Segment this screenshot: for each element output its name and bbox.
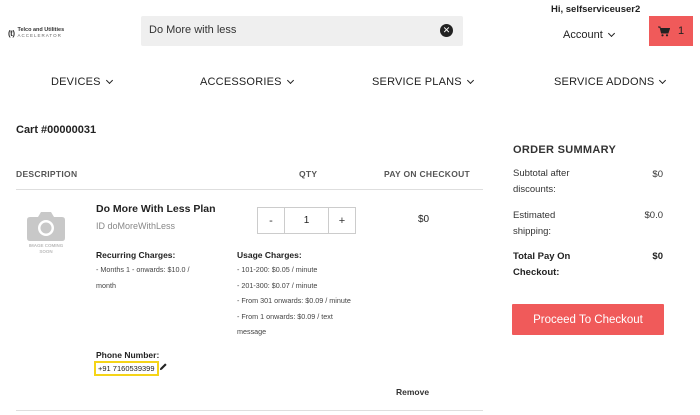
qty-decrement-button[interactable]: -: [258, 208, 284, 233]
column-header-qty: QTY: [299, 169, 318, 179]
logo-line-2: ACCELERATOR: [17, 33, 62, 38]
subtotal-label: Subtotal after discounts:: [513, 168, 570, 195]
divider: [16, 410, 483, 411]
product-image-placeholder: IMAGE COMING SOON: [24, 209, 68, 254]
recurring-line: month: [96, 280, 116, 290]
nav-label: DEVICES: [51, 76, 101, 88]
cart-icon: [657, 26, 670, 36]
nav-accessories[interactable]: ACCESSORIES: [200, 76, 294, 88]
column-header-description: DESCRIPTION: [16, 169, 78, 179]
search-bar[interactable]: Do More with less ✕: [141, 16, 463, 46]
qty-input[interactable]: 1: [284, 208, 329, 233]
close-circle-icon[interactable]: ✕: [440, 24, 453, 37]
qty-increment-button[interactable]: +: [329, 208, 355, 233]
chevron-down-icon: [466, 76, 474, 85]
order-summary-title: ORDER SUMMARY: [513, 144, 617, 156]
cart-button[interactable]: 1: [649, 16, 693, 46]
usage-line: - From 1 onwards: $0.09 / text: [237, 311, 333, 321]
product-id: ID doMoreWithLess: [96, 221, 176, 231]
usage-charges-title: Usage Charges:: [237, 250, 302, 260]
user-greeting: Hi, selfserviceuser2: [551, 4, 641, 15]
brand-logo[interactable]: (t) Telco and Utilities ACCELERATOR: [8, 27, 64, 39]
total-label: Total Pay On Checkout:: [513, 251, 571, 278]
proceed-to-checkout-button[interactable]: Proceed To Checkout: [512, 304, 664, 335]
total-value: $0: [652, 251, 663, 262]
quantity-stepper[interactable]: - 1 +: [257, 207, 356, 234]
logo-mark: (t): [8, 28, 15, 38]
cart-title: Cart #00000031: [16, 124, 97, 136]
shipping-value: $0.0: [644, 210, 664, 221]
usage-line: - 101-200: $0.05 / minute: [237, 265, 318, 274]
cart-count: 1: [677, 25, 685, 37]
camera-icon: [27, 212, 65, 241]
recurring-charges-title: Recurring Charges:: [96, 250, 176, 260]
nav-devices[interactable]: DEVICES: [51, 76, 113, 88]
nav-service-addons[interactable]: SERVICE ADDONS: [554, 76, 667, 88]
recurring-charges-list: - Months 1 - onwards: $10.0 / month: [96, 262, 226, 293]
shipping-label: Estimated shipping:: [513, 210, 556, 237]
phone-number-label: Phone Number:: [96, 350, 160, 360]
recurring-line: - Months 1 - onwards: $10.0 /: [96, 265, 190, 274]
account-dropdown[interactable]: Account: [563, 29, 615, 41]
item-pay-on-checkout: $0: [418, 214, 430, 225]
remove-button[interactable]: Remove: [396, 387, 429, 397]
usage-charges-list: - 101-200: $0.05 / minute - 201-300: $0.…: [237, 262, 377, 340]
image-coming-soon-label: IMAGE COMING SOON: [28, 243, 64, 254]
account-label: Account: [563, 29, 603, 41]
product-name[interactable]: Do More With Less Plan: [96, 203, 216, 215]
nav-label: SERVICE ADDONS: [554, 76, 655, 88]
divider: [16, 189, 483, 190]
usage-line: - 201-300: $0.07 / minute: [237, 280, 318, 290]
usage-line: - From 301 onwards: $0.09 / minute: [237, 296, 351, 305]
nav-label: SERVICE PLANS: [372, 76, 462, 88]
chevron-down-icon: [286, 76, 294, 85]
nav-label: ACCESSORIES: [200, 76, 282, 88]
subtotal-value: $0: [652, 169, 663, 180]
pencil-icon[interactable]: [159, 362, 168, 371]
usage-line: message: [237, 327, 267, 336]
column-header-pay: PAY ON CHECKOUT: [384, 169, 471, 179]
chevron-down-icon: [105, 76, 113, 85]
nav-service-plans[interactable]: SERVICE PLANS: [372, 76, 474, 88]
chevron-down-icon: [607, 29, 615, 38]
phone-number-value: +91 7160539399: [94, 361, 159, 376]
chevron-down-icon: [659, 76, 667, 85]
search-input[interactable]: Do More with less: [149, 24, 236, 36]
